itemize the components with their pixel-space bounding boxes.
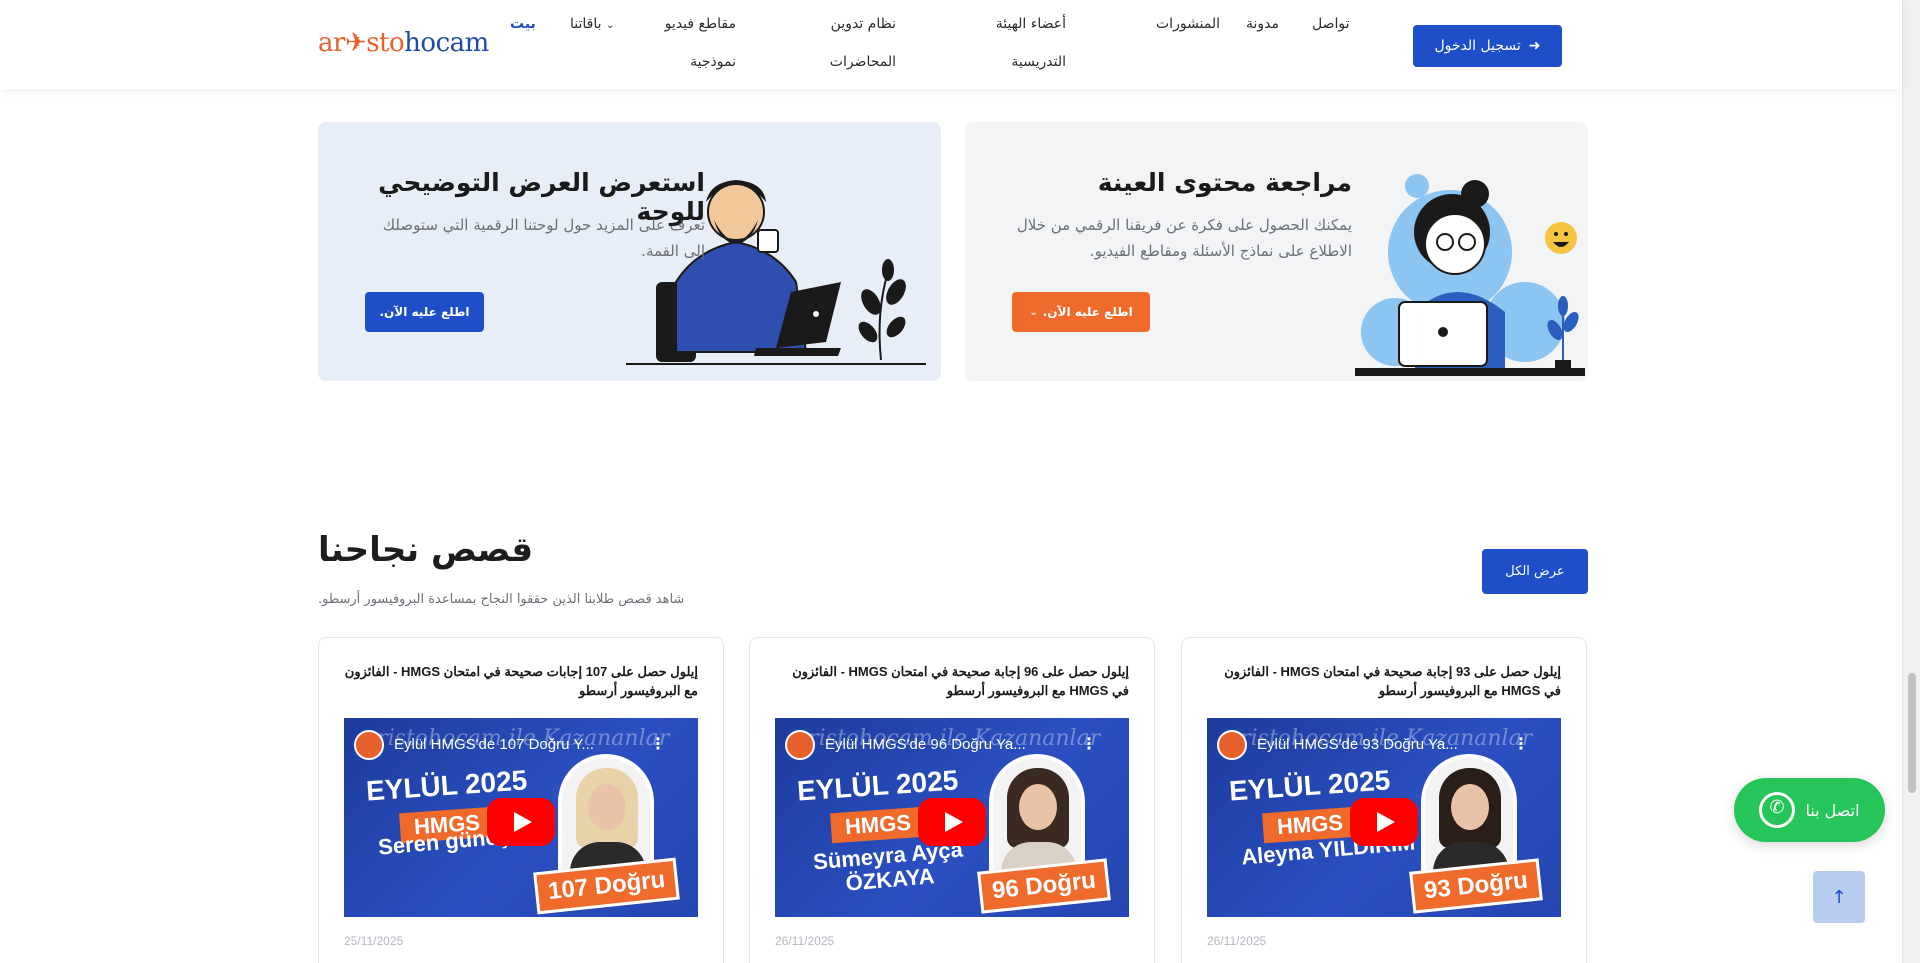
nav-sample-videos-line1: مقاطع فيديو <box>664 16 736 32</box>
nav-faculty-line1: أعضاء الهيئة <box>995 16 1066 32</box>
demo-card-button[interactable]: اطلع عليه الآن. <box>365 292 484 332</box>
video-card: إيلول حصل على 93 إجابة صحيحة في امتحان H… <box>1181 637 1587 963</box>
demo-card-desc: تعرف على المزيد حول لوحتنا الرقمية التي … <box>365 212 705 264</box>
thumbnail-score: 107 Doğru <box>532 857 680 915</box>
nav-packages-label: باقاتنا <box>570 16 602 32</box>
channel-avatar-icon <box>1217 730 1247 760</box>
nav-lecture-system[interactable]: نظام تدوين المحاضرات <box>816 4 896 82</box>
demo-card: استعرض العرض التوضيحي للوحة تعرف على الم… <box>318 122 941 381</box>
success-section-title: قصص نجاحنا <box>318 530 534 570</box>
view-all-button[interactable]: عرض الكل <box>1482 549 1588 594</box>
sample-card-desc: يمكنك الحصول على فكرة عن فريقنا الرقمي م… <box>1012 212 1352 264</box>
whatsapp-label: اتصل بنا <box>1805 800 1860 820</box>
video-date: 25/11/2025 <box>344 934 404 948</box>
page-scrollbar[interactable] <box>1902 0 1920 963</box>
scrollbar-thumb[interactable] <box>1908 673 1916 793</box>
play-icon[interactable] <box>918 798 986 846</box>
play-icon[interactable] <box>1350 798 1418 846</box>
more-options-icon[interactable]: ⋮ <box>1513 734 1529 753</box>
more-options-icon[interactable]: ⋮ <box>1081 734 1097 753</box>
whatsapp-icon <box>1759 792 1796 828</box>
channel-avatar-icon <box>785 730 815 760</box>
nav-sample-videos[interactable]: مقاطع فيديو نموذجية <box>656 4 736 82</box>
logo-part-1: ar✈sto <box>318 28 405 58</box>
woman-with-headset-illustration <box>1355 174 1585 376</box>
sample-card-title: مراجعة محتوى العينة <box>1097 168 1352 197</box>
arrow-up-icon: ↑ <box>1831 886 1847 908</box>
video-date: 26/11/2025 <box>775 934 835 948</box>
video-card: إيلول حصل على 107 إجابات صحيحة في امتحان… <box>318 637 724 963</box>
login-icon: ➜ <box>1528 38 1541 54</box>
nav-publications[interactable]: المنشورات <box>1156 4 1220 44</box>
sample-card-desc-line2: الاطلاع على نماذج الأسئلة ومقاطع الفيديو… <box>1089 242 1352 260</box>
nav-packages[interactable]: ⌄ باقاتنا <box>570 4 614 46</box>
nav-faculty[interactable]: أعضاء الهيئة التدريسية <box>978 4 1066 82</box>
thumbnail-student-name: Sümeyra Ayça ÖZKAYA <box>812 836 964 896</box>
site-logo[interactable]: ar✈stohocam <box>318 28 489 58</box>
video-card-title[interactable]: إيلول حصل على 96 إجابة صحيحة في امتحان H… <box>775 662 1129 700</box>
video-thumbnail[interactable]: aristohocam ile Kazananlar Eylül HMGS'de… <box>775 718 1129 917</box>
video-card: إيلول حصل على 96 إجابة صحيحة في امتحان H… <box>749 637 1155 963</box>
video-date: 26/11/2025 <box>1207 934 1267 948</box>
demo-card-desc-line2: إلى القمة. <box>641 242 705 260</box>
sample-card-button[interactable]: اطلع عليه الآن. ⌄ <box>1012 292 1150 332</box>
sample-card: مراجعة محتوى العينة يمكنك الحصول على فكر… <box>965 122 1588 381</box>
whatsapp-contact-button[interactable]: اتصل بنا <box>1734 778 1885 842</box>
youtube-video-title: Eylül HMGS'de 107 Doğru Y... <box>394 736 594 753</box>
nav-home[interactable]: بيت <box>510 4 536 44</box>
nav-contact[interactable]: تواصل <box>1312 4 1350 44</box>
nav-lecture-line1: نظام تدوين <box>830 16 896 32</box>
sample-card-button-label: اطلع عليه الآن. <box>1042 305 1133 319</box>
nav-lecture-line2: المحاضرات <box>829 54 896 70</box>
nav-faculty-line2: التدريسية <box>1011 54 1066 70</box>
youtube-video-title: Eylül HMGS'de 96 Doğru Ya... <box>825 736 1026 753</box>
scroll-to-top-button[interactable]: ↑ <box>1813 871 1865 923</box>
site-header: ar✈stohocam بيت ⌄ باقاتنا مقاطع فيديو نم… <box>0 0 1902 89</box>
login-button[interactable]: ➜ تسجيل الدخول <box>1413 25 1562 67</box>
channel-avatar-icon <box>354 730 384 760</box>
demo-card-desc-line1: تعرف على المزيد حول لوحتنا الرقمية التي … <box>382 216 705 234</box>
video-card-title[interactable]: إيلول حصل على 107 إجابات صحيحة في امتحان… <box>344 662 698 700</box>
play-icon[interactable] <box>487 798 555 846</box>
chevron-down-icon: ⌄ <box>1029 306 1038 318</box>
logo-part-2: hocam <box>404 28 489 58</box>
video-thumbnail[interactable]: aristohocam ile Kazananlar Eylül HMGS'de… <box>1207 718 1561 917</box>
video-card-title[interactable]: إيلول حصل على 93 إجابة صحيحة في امتحان H… <box>1207 662 1561 700</box>
video-thumbnail[interactable]: aristohocam ile Kazananlar Eylül HMGS'de… <box>344 718 698 917</box>
nav-blog[interactable]: مدونة <box>1246 4 1279 44</box>
sample-card-desc-line1: يمكنك الحصول على فكرة عن فريقنا الرقمي م… <box>1016 216 1352 234</box>
success-section-subtitle: شاهد قصص طلابنا الذين حققوا النجاح بمساع… <box>318 592 685 607</box>
nav-sample-videos-line2: نموذجية <box>690 54 736 70</box>
chevron-down-icon: ⌄ <box>605 20 615 31</box>
login-label: تسجيل الدخول <box>1434 38 1521 54</box>
youtube-video-title: Eylül HMGS'de 93 Doğru Ya... <box>1257 736 1458 753</box>
more-options-icon[interactable]: ⋮ <box>650 734 666 753</box>
thumbnail-exam: HMGS <box>830 806 926 844</box>
